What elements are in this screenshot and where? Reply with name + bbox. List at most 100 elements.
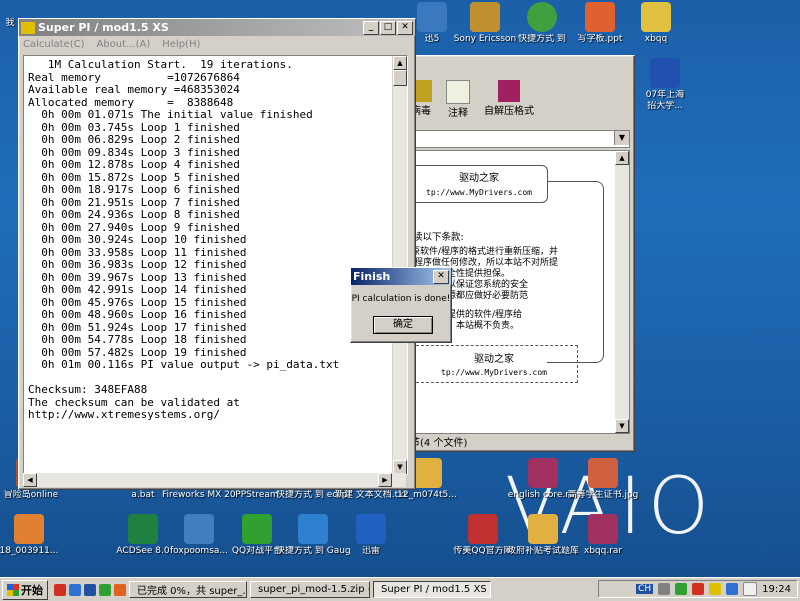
file-icon	[528, 514, 558, 544]
tray-icon[interactable]	[675, 583, 688, 595]
tray-icon[interactable]	[726, 583, 739, 595]
desktop-icon[interactable]: xbqq	[619, 2, 693, 45]
app-icon	[21, 21, 35, 34]
quicklaunch-icon[interactable]	[99, 583, 111, 596]
scroll-right-icon[interactable]: ▶	[378, 473, 392, 487]
path-combobox[interactable]: ▼	[410, 130, 630, 148]
scroll-down-icon[interactable]: ▼	[615, 419, 629, 433]
superpi-window: Super PI / mod1.5 XS _ □ ✕ Calculate(C) …	[18, 18, 416, 490]
close-button[interactable]: ✕	[397, 20, 413, 35]
file-icon	[298, 514, 328, 544]
file-icon	[412, 458, 442, 488]
toolbar-sfx-button[interactable]: 自解压格式	[484, 80, 534, 134]
archive-status: 节(4 个文件)	[410, 438, 468, 449]
file-icon	[356, 514, 386, 544]
desktop-icon[interactable]: 高等学生证书.jpg	[566, 458, 640, 501]
output-text: 1M Calculation Start. 19 iterations. Rea…	[28, 58, 340, 421]
scroll-up-icon[interactable]: ▲	[615, 151, 629, 165]
scroll-down-icon[interactable]: ▼	[393, 460, 407, 474]
vertical-scrollbar[interactable]: ▲ ▼	[392, 56, 407, 474]
language-indicator[interactable]: CH	[636, 584, 654, 594]
taskbar: 开始 已完成 0%，共 super_... super_pi_mod-1.5.z…	[0, 577, 800, 601]
desktop-icon[interactable]: 18_003911...	[0, 514, 66, 557]
taskbar-item-label: super_pi_mod-1.5.zip - ...	[258, 584, 369, 595]
system-tray: CH 19:24	[598, 580, 798, 598]
ok-button[interactable]: 确定	[373, 316, 433, 334]
finish-dialog: Finish ✕ PI calculation is done! 确定	[350, 267, 452, 343]
quicklaunch-icon[interactable]	[84, 583, 96, 596]
file-icon	[184, 514, 214, 544]
desktop-icon-label: 高等学生证书.jpg	[567, 490, 639, 500]
desktop-icon[interactable]: 07年上海 招大学...	[628, 58, 702, 112]
dialog-titlebar[interactable]: Finish ✕	[351, 268, 451, 285]
notice-line: 原软件/程序的格式进行重新压缩，并	[411, 247, 559, 257]
file-icon	[588, 458, 618, 488]
dialog-title: Finish	[353, 270, 391, 283]
desktop-icon-label: 07年上海	[645, 90, 685, 100]
toolbar-comment-button[interactable]: 注释	[446, 80, 470, 134]
clock[interactable]: 19:24	[762, 584, 791, 595]
notice-heading: 读以下条款:	[413, 232, 464, 243]
volume-icon[interactable]	[743, 582, 758, 596]
chevron-down-icon[interactable]: ▼	[614, 131, 629, 145]
vertical-scrollbar[interactable]: ▲ ▼	[615, 151, 629, 433]
file-icon	[528, 458, 558, 488]
menu-help[interactable]: Help(H)	[162, 39, 200, 50]
file-icon	[14, 514, 44, 544]
taskbar-item-superpi[interactable]: Super PI / mod1.5 XS	[373, 581, 491, 598]
desktop-icon[interactable]: xbqq.rar	[566, 514, 640, 557]
desktop-icon-label: 12_m074t5...	[397, 490, 457, 500]
comment-icon	[446, 80, 470, 104]
desktop-icon-label: 我	[5, 18, 15, 28]
scroll-left-icon[interactable]: ◀	[23, 473, 37, 487]
box-url: tp://www.MyDrivers.com	[441, 368, 547, 377]
taskbar-item-download[interactable]: 已完成 0%，共 super_...	[129, 581, 247, 598]
desktop-icon[interactable]: 我	[0, 18, 20, 29]
scroll-up-icon[interactable]: ▲	[393, 56, 407, 70]
tray-icon[interactable]	[709, 583, 722, 595]
desktop-icon-label: 迅雷	[361, 546, 380, 556]
minimize-button[interactable]: _	[363, 20, 379, 35]
file-icon	[588, 514, 618, 544]
taskbar-item-label: Super PI / mod1.5 XS	[381, 584, 487, 595]
output-console[interactable]: 1M Calculation Start. 19 iterations. Rea…	[23, 55, 408, 475]
tray-icon[interactable]	[658, 583, 671, 595]
menu-calculate[interactable]: Calculate(C)	[23, 39, 85, 50]
file-icon	[128, 514, 158, 544]
mydrivers-box: 驱动之家 tp://www.MyDrivers.com	[411, 165, 548, 203]
quicklaunch-icon[interactable]	[69, 583, 81, 596]
folder-icon	[470, 2, 500, 32]
xunlei-icon	[417, 2, 447, 32]
file-icon	[242, 514, 272, 544]
tray-icon[interactable]	[692, 583, 705, 595]
horizontal-scrollbar[interactable]: ◀ ▶	[23, 473, 406, 487]
windows-logo-icon	[7, 583, 19, 596]
archive-toolbar: 病毒 注释 自解压格式	[406, 56, 634, 134]
desktop-icon-label: 18_003911...	[0, 546, 59, 556]
ppt-icon	[585, 2, 615, 32]
superpi-titlebar[interactable]: Super PI / mod1.5 XS _ □ ✕	[19, 19, 415, 36]
toolbar-label: 注释	[448, 108, 468, 119]
archive-window: 病毒 注释 自解压格式 ▼ 驱动之家 tp://www.MyDrivers.co…	[405, 55, 635, 452]
desktop-icon-label: 招大学...	[647, 101, 683, 111]
file-icon	[468, 514, 498, 544]
close-button[interactable]: ✕	[433, 269, 449, 284]
shortcut-icon	[527, 2, 557, 32]
menu-about[interactable]: About...(A)	[97, 39, 151, 50]
superpi-menubar: Calculate(C) About...(A) Help(H)	[19, 36, 415, 53]
quicklaunch-icon[interactable]	[54, 583, 66, 596]
toolbar-label: 自解压格式	[484, 106, 534, 117]
taskbar-item-archive[interactable]: super_pi_mod-1.5.zip - ...	[250, 581, 370, 598]
box-title: 驱动之家	[459, 173, 499, 184]
desktop-icon[interactable]: 迅雷	[334, 514, 408, 557]
start-button[interactable]: 开始	[2, 579, 48, 600]
maximize-button[interactable]: □	[380, 20, 396, 35]
mydrivers-box-2: 驱动之家 tp://www.MyDrivers.com	[411, 345, 578, 383]
dialog-message: PI calculation is done!	[351, 294, 451, 304]
scroll-thumb[interactable]	[393, 70, 407, 86]
box-url: tp://www.MyDrivers.com	[426, 188, 532, 197]
desktop-icon-label: xbqq	[644, 34, 668, 44]
quicklaunch-icon[interactable]	[114, 583, 126, 596]
sfx-icon	[498, 80, 520, 102]
box-title: 驱动之家	[474, 354, 514, 365]
